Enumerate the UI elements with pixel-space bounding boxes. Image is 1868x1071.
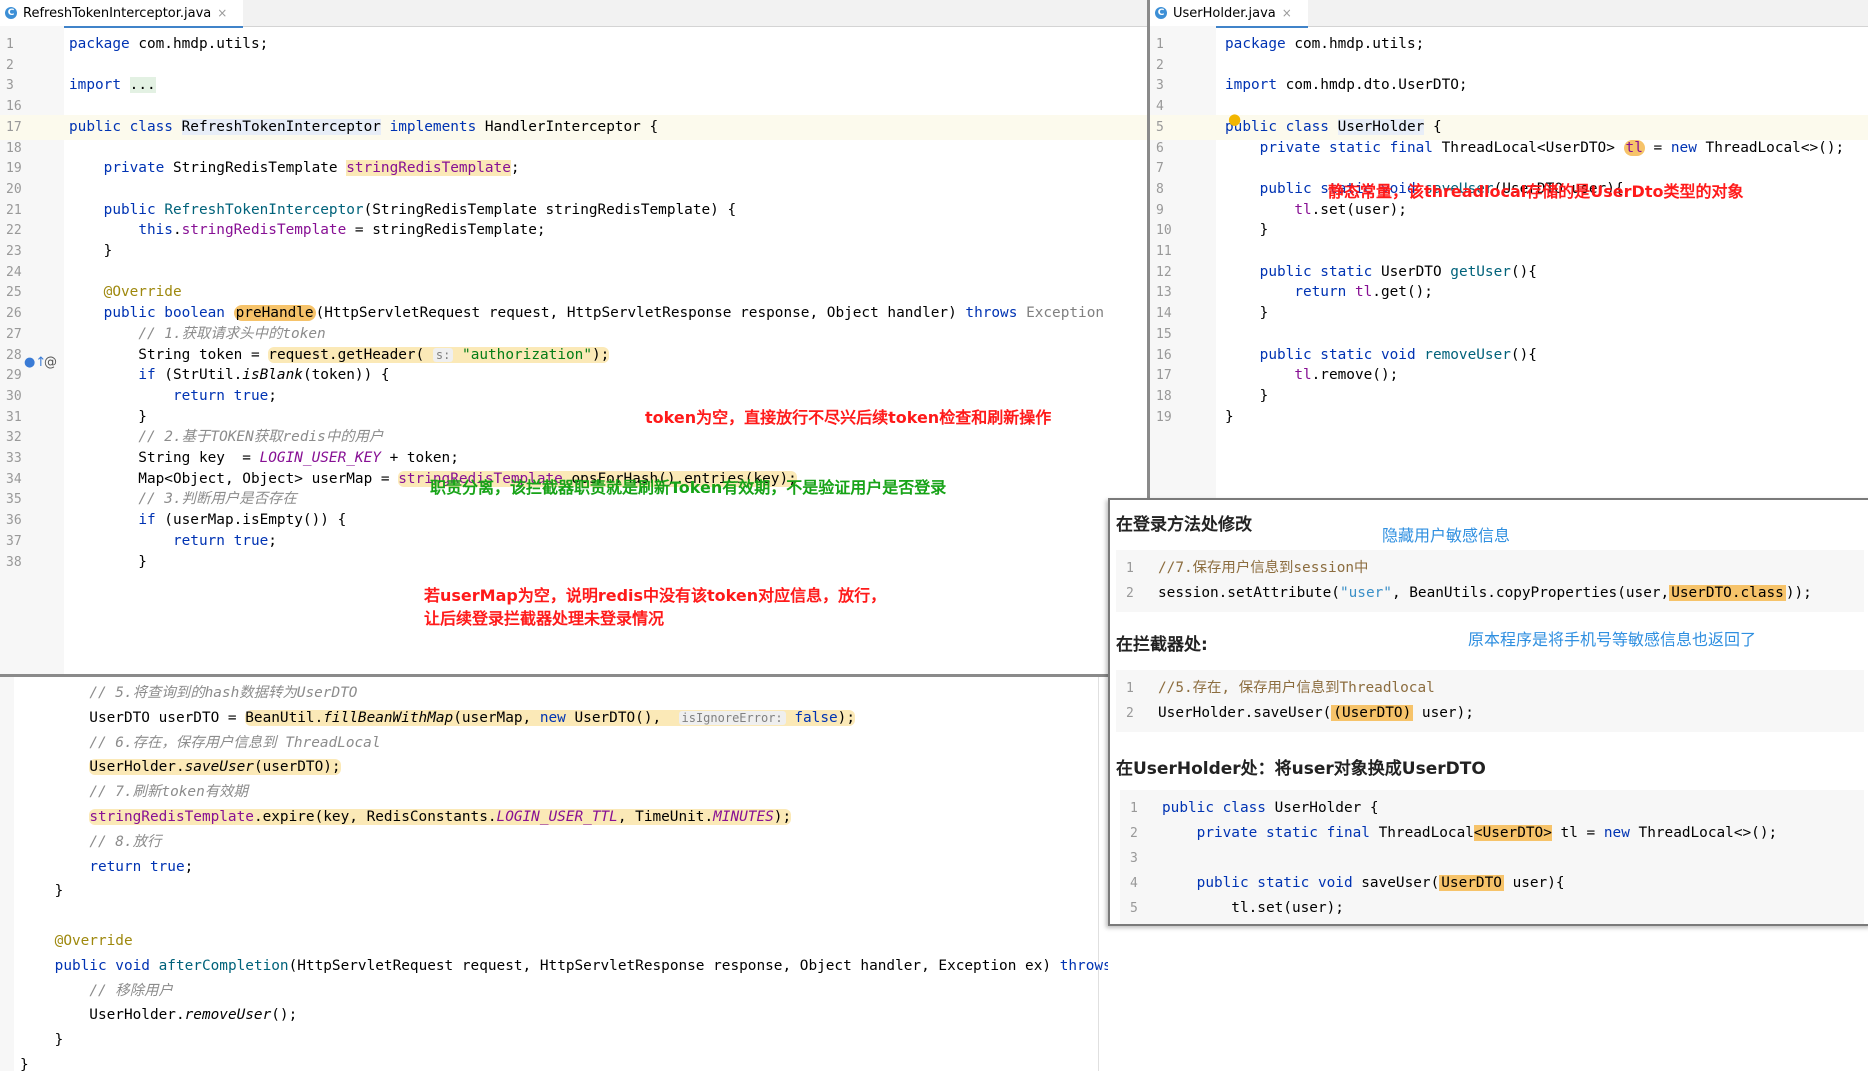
code-line[interactable]: // 8.放行 [0, 830, 1108, 855]
code-text: } [20, 1057, 29, 1071]
code-text: session.setAttribute("user", BeanUtils.c… [1158, 585, 1812, 601]
tab-refresh-token-interceptor[interactable]: C RefreshTokenInterceptor.java × [0, 0, 243, 28]
line-number: 19 [1156, 409, 1172, 425]
tab-label: RefreshTokenInterceptor.java [23, 5, 212, 21]
code-line[interactable]: 19} [1150, 405, 1868, 430]
right-tabbar: C UserHolder.java × [1150, 0, 1868, 28]
snippet-line: 5 tl.set(user); [1120, 896, 1864, 921]
code-text: tl.set(user); [1162, 900, 1344, 916]
tab-user-holder[interactable]: C UserHolder.java × [1150, 0, 1308, 28]
left-editor: C RefreshTokenInterceptor.java × 1 packag… [0, 0, 1147, 674]
lightbulb-icon[interactable]: ● [1228, 110, 1241, 128]
code-text: UserHolder.saveUser(userDTO); [89, 759, 341, 776]
code-line[interactable] [0, 904, 1108, 929]
implement-marker-icon[interactable]: ●↑ [24, 355, 46, 370]
code-text: // 6.存在，保存用户信息到 ThreadLocal [89, 734, 381, 751]
code-line[interactable]: // 6.存在，保存用户信息到 ThreadLocal [0, 731, 1108, 756]
line-number: 1 [1126, 681, 1134, 696]
note-usermap-empty-1: 若userMap为空，说明redis中没有该token对应信息，放行， [424, 586, 887, 605]
line-number: 3 [1130, 851, 1138, 866]
code-text: UserDTO userDTO = BeanUtil.fillBeanWithM… [20, 709, 855, 726]
snippet-line: 1 //7.保存用户信息到session中 [1116, 556, 1864, 581]
bottom-editor: // 5.将查询到的hash数据转为UserDTO UserDTO userDT… [0, 677, 1108, 1071]
class-file-icon: C [1155, 7, 1167, 19]
snippet-line: 2 session.setAttribute("user", BeanUtils.… [1116, 581, 1864, 606]
code-text: } [20, 883, 64, 900]
line-number: 1 [1130, 801, 1138, 816]
note-usermap-empty-2: 让后续登录拦截器处理未登录情况 [424, 609, 665, 628]
code-text: public class UserHolder { [1162, 800, 1379, 816]
code-line[interactable]: } [0, 1053, 1108, 1071]
code-line[interactable]: public void afterCompletion(HttpServletR… [0, 954, 1108, 979]
snippet-interceptor: 1 //5.存在, 保存用户信息到Threadlocal 2 UserHolder.s… [1116, 670, 1864, 732]
note-token-empty: token为空，直接放行不尽兴后续token检查和刷新操作 [645, 408, 1052, 427]
hint-hide-sensitive: 隐藏用户敏感信息 [1382, 526, 1511, 545]
snippet-line: 3 [1120, 846, 1864, 871]
snippet-line: 2 UserHolder.saveUser((UserDTO) user); [1116, 701, 1864, 726]
snippet-line: 4 public static void saveUser(UserDTO us… [1120, 871, 1864, 896]
doc-panel: 在登录方法处修改 隐藏用户敏感信息 1 //7.保存用户信息到session中 2 s… [1108, 498, 1868, 926]
code-text: stringRedisTemplate.expire(key, RedisCon… [89, 809, 792, 825]
snippet-line: 1 public class UserHolder { [1120, 796, 1864, 821]
code-text: // 7.刷新token有效期 [89, 784, 248, 801]
tab-label: UserHolder.java [1173, 5, 1276, 21]
code-text: private static final ThreadLocal<UserDTO… [1196, 825, 1778, 841]
hint-original-returned-phone: 原本程序是将手机号等敏感信息也返回了 [1468, 630, 1757, 649]
line-number: 2 [1126, 586, 1134, 601]
code-text: return true; [89, 858, 194, 875]
code-line[interactable]: UserHolder.saveUser(userDTO); [0, 755, 1108, 780]
note-static-const: 静态常量，该threadlocal存储的是UserDto类型的对象 [1328, 182, 1744, 201]
heading-login-method: 在登录方法处修改 [1116, 515, 1252, 535]
code-line[interactable]: stringRedisTemplate.expire(key, RedisCon… [0, 805, 1108, 830]
line-number: 5 [1130, 901, 1138, 916]
code-text: // 5.将查询到的hash数据转为UserDTO [89, 685, 358, 701]
code-line[interactable]: // 7.刷新token有效期 [0, 780, 1108, 805]
line-number: 2 [1130, 826, 1138, 841]
class-file-icon: C [5, 7, 17, 19]
code-text: public static void saveUser(UserDTO user… [1196, 875, 1565, 891]
code-text: UserHolder.saveUser((UserDTO) user); [1158, 705, 1474, 721]
note-separation: 职责分离，该拦截器职责就是刷新Token有效期，不是验证用户是否登录 [430, 478, 947, 497]
close-icon[interactable]: × [1282, 6, 1292, 20]
line-number: 1 [1126, 561, 1134, 576]
line-number: 38 [6, 554, 22, 570]
code-text: } [1225, 408, 1234, 425]
line-number: 2 [1126, 706, 1134, 721]
override-marker-icon[interactable]: @ [44, 355, 57, 370]
code-line[interactable]: // 5.将查询到的hash数据转为UserDTO [0, 681, 1108, 706]
code-line[interactable]: return true; [0, 855, 1108, 880]
code-text: } [20, 1032, 64, 1049]
code-text: UserHolder.removeUser(); [20, 1007, 298, 1024]
code-text: // 8.放行 [89, 833, 162, 850]
line-number: 4 [1130, 876, 1138, 891]
code-text: } [69, 553, 147, 570]
code-text: @Override [54, 933, 133, 949]
code-text: public void afterCompletion(HttpServletR… [54, 957, 1108, 974]
right-editor: C UserHolder.java × 1 package com.hmdp.ut… [1150, 0, 1868, 500]
heading-interceptor: 在拦截器处: [1116, 635, 1208, 655]
code-line[interactable]: UserHolder.removeUser(); [0, 1003, 1108, 1028]
left-tabbar: C RefreshTokenInterceptor.java × [0, 0, 1147, 28]
heading-userholder: 在UserHolder处：将user对象换成UserDTO [1116, 759, 1486, 779]
code-text: //5.存在, 保存用户信息到Threadlocal [1158, 680, 1435, 696]
code-line[interactable]: } [0, 879, 1108, 904]
snippet-login: 1 //7.保存用户信息到session中 2 session.setAttribut… [1116, 550, 1864, 612]
snippet-line: 1 //5.存在, 保存用户信息到Threadlocal [1116, 676, 1864, 701]
code-text: // 移除用户 [89, 982, 173, 999]
code-text: //7.保存用户信息到session中 [1158, 560, 1369, 576]
snippet-line: 2 private static final ThreadLocal<UserD… [1120, 821, 1864, 846]
code-line[interactable]: } [0, 1028, 1108, 1053]
snippet-userholder: 1 public class UserHolder { 2 private stat… [1120, 790, 1864, 924]
close-icon[interactable]: × [217, 6, 227, 20]
code-line[interactable]: 38 } [0, 550, 1147, 575]
code-line[interactable]: @Override [0, 929, 1108, 954]
code-line[interactable]: UserDTO userDTO = BeanUtil.fillBeanWithM… [0, 706, 1108, 731]
code-line[interactable]: // 移除用户 [0, 979, 1108, 1004]
